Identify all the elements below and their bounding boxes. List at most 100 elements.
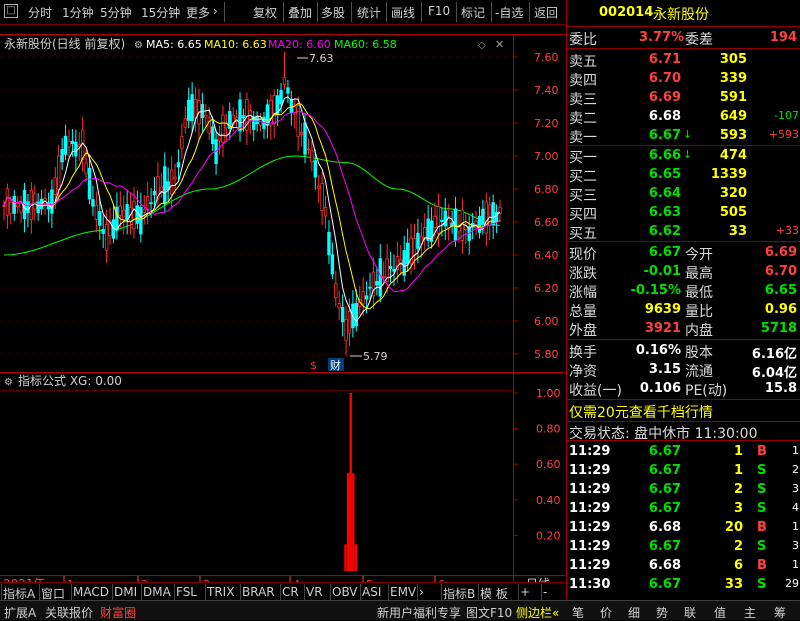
statistics-button[interactable]: 统计 — [357, 4, 381, 21]
ask-row[interactable]: 卖三 6.69 591 — [567, 88, 800, 108]
finance-badge[interactable]: 财 — [330, 358, 341, 372]
ask-row[interactable]: 卖四 6.70 339 — [567, 69, 800, 89]
candle-body — [139, 206, 143, 235]
status-link[interactable]: 新用户福利专享 — [377, 604, 461, 621]
stat-value: 3.15 — [648, 362, 681, 377]
stat-row: 换手 0.16% 股本 6.16亿 — [567, 341, 800, 362]
indicator-tab[interactable]: VR — [306, 585, 323, 599]
tick-direction: S — [757, 482, 767, 497]
ask-row[interactable]: 卖五 6.71 305 — [567, 50, 800, 70]
candle-body — [60, 149, 64, 163]
candle-body — [286, 87, 290, 94]
settings-gear-icon[interactable]: ⚙ — [134, 40, 143, 51]
panel-switch-tab[interactable]: 主 — [744, 604, 756, 621]
book-price: 6.70 — [648, 71, 681, 86]
bid-row[interactable]: 买一 6.66 474 ↓ — [567, 146, 800, 166]
candle-body — [98, 211, 102, 226]
status-tab-left[interactable]: 关联报价 — [45, 604, 93, 621]
bid-row[interactable]: 买五 6.62 33 +33 — [567, 222, 800, 242]
candle-body — [317, 185, 321, 189]
down-arrow-icon: ↓ — [683, 148, 693, 161]
indicator-tab[interactable]: EMV — [390, 585, 416, 599]
candle-body — [74, 141, 78, 157]
draw-line-button[interactable]: 画线 — [391, 4, 415, 21]
panel-switch-tab[interactable]: 笔 — [572, 604, 584, 621]
diamond-icon[interactable]: ◇ — [478, 40, 486, 51]
xg-signal-bar — [349, 393, 352, 571]
stat-label: 量比 — [685, 304, 713, 320]
indicator-tab[interactable]: TRIX — [207, 585, 234, 599]
panel-switch-tab[interactable]: 势 — [656, 604, 668, 621]
indicator-tab[interactable]: DMI — [114, 585, 137, 599]
price-tick-label: 6.80 — [534, 183, 559, 196]
candle-body — [364, 295, 369, 300]
status-link[interactable]: 图文F10 — [466, 604, 512, 621]
indicator-tab[interactable]: ASI — [362, 585, 381, 599]
indicator-tab[interactable]: BRAR — [242, 585, 275, 599]
book-volume: 305 — [719, 52, 747, 67]
panel-switch-tab[interactable]: 联 — [684, 604, 696, 621]
indicator-tab[interactable]: CR — [282, 585, 299, 599]
candle-body — [187, 99, 191, 121]
promo-text[interactable]: 仅需20元查看千档行情 — [569, 402, 713, 422]
multi-stock-button[interactable]: 多股 — [321, 4, 345, 21]
mark-button[interactable]: 标记 — [461, 4, 485, 21]
f10-button[interactable]: F10 — [428, 4, 450, 18]
candle-body — [207, 117, 211, 134]
tab-more[interactable]: 更多 — [186, 4, 210, 21]
indicator-tab[interactable]: + — [520, 585, 530, 599]
low-annotation: 5.79 — [363, 350, 388, 363]
xg-signal-bar — [344, 544, 347, 571]
status-link[interactable]: 侧边栏« — [516, 604, 559, 621]
tick-volume: 3 — [733, 501, 743, 516]
stat-label: 收益(一) — [569, 383, 622, 399]
candle-body — [50, 189, 54, 214]
close-icon[interactable]: ✕ — [495, 38, 504, 51]
ask-row[interactable]: 卖一 6.67 593 +593 ↓ — [567, 126, 800, 146]
candle-body — [63, 135, 68, 155]
back-button[interactable]: 返回 — [534, 4, 558, 21]
stat-label: 涨幅 — [569, 285, 597, 301]
indicator-tab[interactable]: FSL — [176, 585, 197, 599]
stat-value: 5718 — [760, 321, 797, 336]
indicator-tab[interactable]: DMA — [143, 585, 171, 599]
promo-row[interactable]: 仅需20元查看千档行情 — [567, 401, 800, 421]
tab-1min[interactable]: 1分钟 — [62, 4, 94, 21]
candle-body — [436, 206, 441, 234]
dollar-icon[interactable]: $ — [310, 359, 317, 372]
tick-price: 6.68 — [648, 558, 681, 573]
panel-switch-tab[interactable]: 值 — [714, 604, 726, 621]
stat-label: 内盘 — [685, 323, 713, 339]
tab-5min[interactable]: 5分钟 — [100, 4, 132, 21]
kline-chart[interactable]: 7.60 7.40 7.20 7.00 6.80 6.60 6.40 6.20 6.00 5.80… — [0, 25, 565, 600]
tick-price: 6.67 — [648, 482, 681, 497]
indicator-gear-icon[interactable]: ⚙ — [4, 377, 13, 388]
overlay-button[interactable]: 叠加 — [288, 4, 312, 21]
remove-watchlist-button[interactable]: -自选 — [495, 4, 523, 21]
panel-switch-tab[interactable]: 价 — [600, 604, 612, 621]
ask-row[interactable]: 卖二 6.68 649 -107 — [567, 107, 800, 127]
bid-row[interactable]: 买三 6.64 320 — [567, 184, 800, 204]
fuquan-button[interactable]: 复权 — [253, 4, 277, 21]
indicator-tab[interactable]: OBV — [332, 585, 358, 599]
indicator-tab[interactable]: - — [543, 585, 547, 599]
candle-body — [2, 205, 6, 207]
indicator-tab[interactable]: › — [419, 585, 424, 599]
indicator-tab[interactable]: MACD — [73, 585, 109, 599]
ma10-label: MA10: 6.63 — [204, 38, 267, 51]
candle-body — [183, 118, 187, 128]
status-tab-left[interactable]: 财富圈 — [100, 604, 136, 621]
tick-volume: 2 — [733, 482, 743, 497]
stat-row: 涨幅 -0.15% 最低 6.65 — [567, 281, 800, 301]
tab-15min[interactable]: 15分钟 — [141, 4, 180, 21]
tab-minute[interactable]: 分时 — [28, 4, 52, 21]
bid-row[interactable]: 买四 6.63 505 — [567, 203, 800, 223]
panel-switch-tab[interactable]: 细 — [628, 604, 640, 621]
book-volume: 505 — [719, 205, 747, 220]
panel-switch-tab[interactable]: 筹 — [774, 604, 786, 621]
bid-row[interactable]: 买二 6.65 1339 — [567, 165, 800, 185]
more-chevron-icon[interactable]: › — [213, 4, 218, 18]
status-tab-left[interactable]: 扩展A — [4, 604, 36, 621]
tick-price: 6.67 — [648, 444, 681, 459]
fullscreen-icon[interactable]: □ — [4, 4, 18, 18]
